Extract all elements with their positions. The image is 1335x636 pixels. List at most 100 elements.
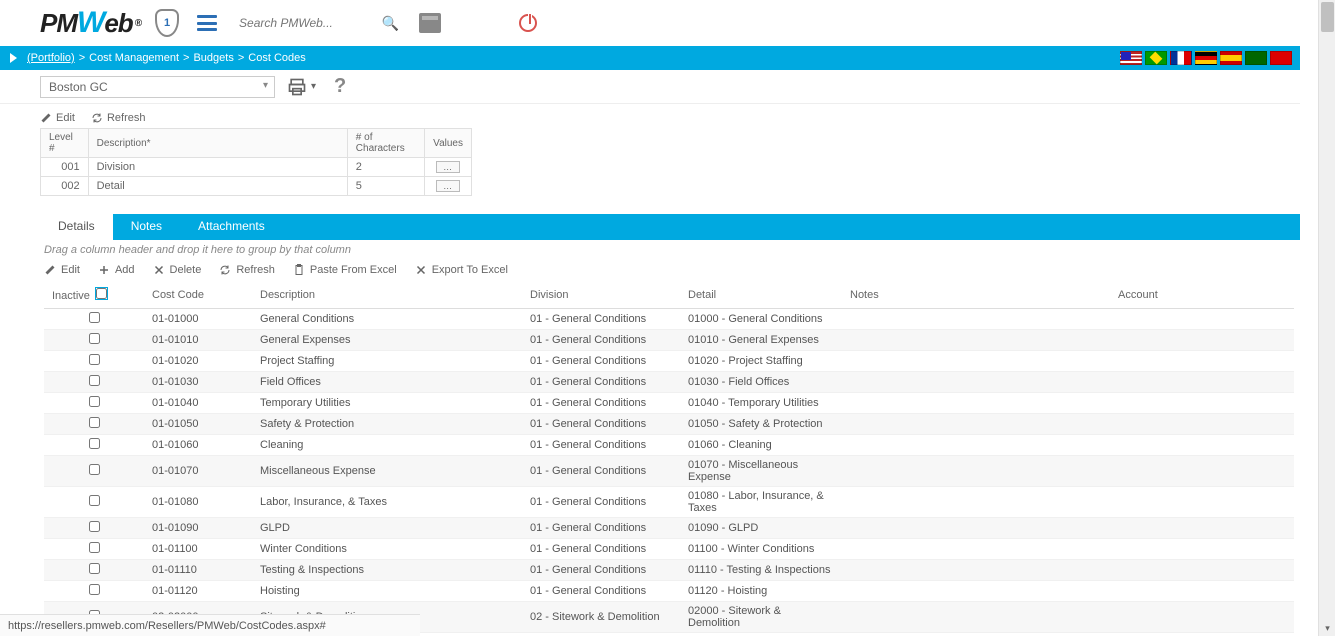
inactive-header-checkbox[interactable] (96, 288, 107, 299)
scrollbar-thumb[interactable] (1321, 2, 1334, 32)
search-input[interactable] (235, 10, 403, 37)
row-inactive-checkbox[interactable] (89, 464, 100, 475)
crumb-portfolio[interactable]: (Portfolio) (27, 52, 75, 64)
tab-details[interactable]: Details (40, 214, 113, 240)
cell-division: 01 - General Conditions (522, 372, 680, 393)
level-row[interactable]: 002 Detail 5 … (41, 177, 472, 196)
vertical-scrollbar[interactable]: ▴ ▾ (1318, 0, 1335, 636)
level-refresh-button[interactable]: Refresh (91, 112, 146, 124)
grid-refresh-button[interactable]: Refresh (219, 264, 275, 276)
row-inactive-checkbox[interactable] (89, 584, 100, 595)
selector-toolbar: Boston GC ▾ ? (0, 70, 1300, 104)
table-row[interactable]: 01-01100 Winter Conditions 01 - General … (44, 539, 1294, 560)
cell-notes (842, 602, 1110, 633)
grid-add-button[interactable]: Add (98, 264, 135, 276)
row-inactive-checkbox[interactable] (89, 542, 100, 553)
flag-br-icon[interactable] (1145, 51, 1167, 65)
cell-code: 01-01070 (144, 456, 252, 487)
table-row[interactable]: 01-01080 Labor, Insurance, & Taxes 01 - … (44, 487, 1294, 518)
cell-detail: 01000 - General Conditions (680, 309, 842, 330)
row-inactive-checkbox[interactable] (89, 417, 100, 428)
table-row[interactable]: 01-01120 Hoisting 01 - General Condition… (44, 581, 1294, 602)
status-url: https://resellers.pmweb.com/Resellers/PM… (8, 620, 326, 632)
row-inactive-checkbox[interactable] (89, 333, 100, 344)
table-row[interactable]: 01-01030 Field Offices 01 - General Cond… (44, 372, 1294, 393)
crumb-budgets[interactable]: Budgets (193, 52, 233, 64)
power-icon[interactable] (519, 14, 537, 32)
group-by-hint[interactable]: Drag a column header and drop it here to… (0, 240, 1300, 260)
level-col-chars[interactable]: # of Characters (347, 129, 424, 158)
crumb-cost-management[interactable]: Cost Management (89, 52, 179, 64)
cell-notes (842, 487, 1110, 518)
grid-delete-button[interactable]: Delete (153, 264, 202, 276)
table-row[interactable]: 01-01020 Project Staffing 01 - General C… (44, 351, 1294, 372)
level-values-button[interactable]: … (436, 161, 460, 173)
row-inactive-checkbox[interactable] (89, 354, 100, 365)
table-row[interactable]: 01-01050 Safety & Protection 01 - Genera… (44, 414, 1294, 435)
cell-desc: Labor, Insurance, & Taxes (252, 487, 522, 518)
cell-inactive (44, 309, 144, 330)
table-row[interactable]: 01-01070 Miscellaneous Expense 01 - Gene… (44, 456, 1294, 487)
grid-col-detail[interactable]: Detail (680, 282, 842, 309)
table-row[interactable]: 01-01000 General Conditions 01 - General… (44, 309, 1294, 330)
row-inactive-checkbox[interactable] (89, 438, 100, 449)
grid-paste-button[interactable]: Paste From Excel (293, 264, 397, 276)
cell-code: 01-01120 (144, 581, 252, 602)
cell-detail: 01010 - General Expenses (680, 330, 842, 351)
cell-notes (842, 330, 1110, 351)
grid-export-button[interactable]: Export To Excel (415, 264, 508, 276)
grid-col-account[interactable]: Account (1110, 282, 1294, 309)
cell-division: 01 - General Conditions (522, 309, 680, 330)
level-values-button[interactable]: … (436, 180, 460, 192)
grid-col-division[interactable]: Division (522, 282, 680, 309)
row-inactive-checkbox[interactable] (89, 375, 100, 386)
shield-badge[interactable]: 1 (155, 9, 179, 37)
level-col-values[interactable]: Values (425, 129, 472, 158)
shield-count: 1 (164, 17, 170, 29)
table-row[interactable]: 01-01060 Cleaning 01 - General Condition… (44, 435, 1294, 456)
scroll-down-icon[interactable]: ▾ (1322, 623, 1333, 634)
row-inactive-checkbox[interactable] (89, 563, 100, 574)
row-inactive-checkbox[interactable] (89, 396, 100, 407)
table-row[interactable]: 01-01090 GLPD 01 - General Conditions 01… (44, 518, 1294, 539)
level-row[interactable]: 001 Division 2 … (41, 158, 472, 177)
tab-notes[interactable]: Notes (113, 214, 180, 240)
row-inactive-checkbox[interactable] (89, 312, 100, 323)
flag-de-icon[interactable] (1195, 51, 1217, 65)
table-row[interactable]: 01-01010 General Expenses 01 - General C… (44, 330, 1294, 351)
flag-fr-icon[interactable] (1170, 51, 1192, 65)
row-inactive-checkbox[interactable] (89, 495, 100, 506)
cell-notes (842, 456, 1110, 487)
flag-us-icon[interactable] (1120, 51, 1142, 65)
flag-sa-icon[interactable] (1245, 51, 1267, 65)
row-inactive-checkbox[interactable] (89, 521, 100, 532)
grid-col-desc[interactable]: Description (252, 282, 522, 309)
cell-code: 01-01110 (144, 560, 252, 581)
flag-cn-icon[interactable] (1270, 51, 1292, 65)
menu-icon[interactable] (197, 15, 217, 31)
level-edit-button[interactable]: Edit (40, 112, 75, 124)
print-button[interactable]: ▾ (287, 77, 316, 97)
grid-edit-button[interactable]: Edit (44, 264, 80, 276)
flag-es-icon[interactable] (1220, 51, 1242, 65)
level-col-level[interactable]: Level # (41, 129, 89, 158)
cell-division: 01 - General Conditions (522, 539, 680, 560)
cell-code: 01-01030 (144, 372, 252, 393)
grid-col-inactive[interactable]: Inactive (44, 282, 144, 309)
cell-detail: 01020 - Project Staffing (680, 351, 842, 372)
help-icon[interactable]: ? (334, 75, 346, 98)
calendar-icon[interactable] (419, 13, 441, 33)
print-dropdown-icon[interactable]: ▾ (311, 81, 316, 92)
table-row[interactable]: 01-01040 Temporary Utilities 01 - Genera… (44, 393, 1294, 414)
level-col-desc[interactable]: Description* (88, 129, 347, 158)
grid-col-notes[interactable]: Notes (842, 282, 1110, 309)
cell-detail: 01060 - Cleaning (680, 435, 842, 456)
search-icon[interactable]: 🔍 (382, 15, 399, 32)
level-cell-level: 002 (41, 177, 89, 196)
tab-attachments[interactable]: Attachments (180, 214, 283, 240)
crumb-cost-codes[interactable]: Cost Codes (248, 52, 305, 64)
table-row[interactable]: 01-01110 Testing & Inspections 01 - Gene… (44, 560, 1294, 581)
cell-notes (842, 372, 1110, 393)
grid-col-code[interactable]: Cost Code (144, 282, 252, 309)
project-dropdown[interactable]: Boston GC (40, 76, 275, 98)
